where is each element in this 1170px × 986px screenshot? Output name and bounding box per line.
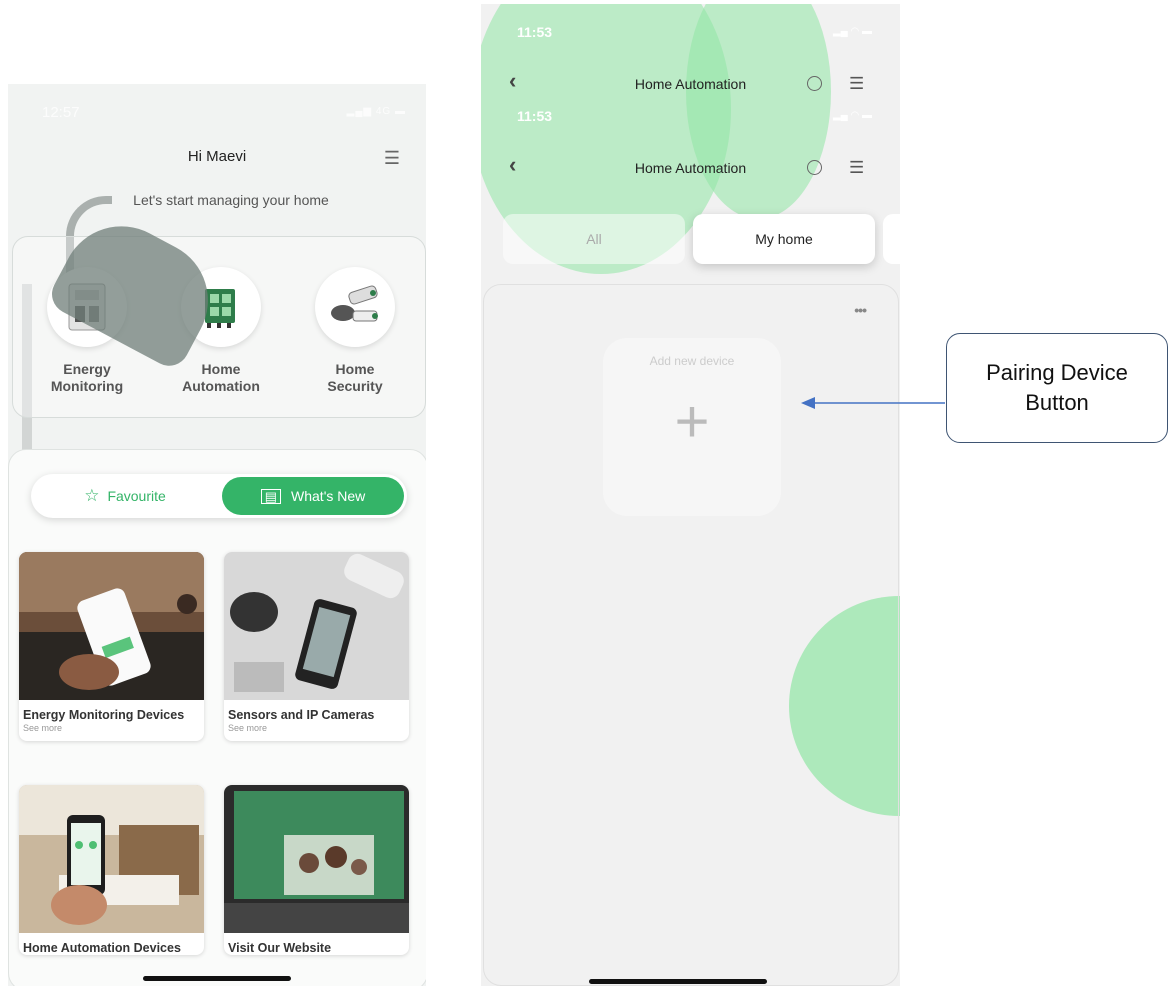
card-image-laptop-family (224, 785, 409, 933)
category-home-security[interactable]: Home Security (295, 267, 415, 395)
star-icon: ☆ (84, 486, 100, 505)
card-home-automation-devices[interactable]: Home Automation Devices (19, 785, 204, 955)
card-see-more-link[interactable]: See more (19, 722, 204, 741)
callout-line2: Button (1025, 390, 1089, 415)
callout-line1: Pairing Device (986, 360, 1128, 385)
whats-new-tab[interactable]: ▤ What's New (222, 477, 404, 515)
security-camera-icon (315, 267, 395, 347)
greeting-title: Hi Maevi (187, 148, 247, 165)
card-title: Visit Our Website (228, 941, 332, 955)
card-visit-our-website[interactable]: Visit Our Website (224, 785, 409, 955)
pairing-device-callout: Pairing Device Button (946, 333, 1168, 443)
callout-arrow (801, 397, 945, 409)
hamburger-menu-icon[interactable]: ☰ (849, 158, 864, 178)
status-signal: ▂▄▆ 4G ▬ (346, 106, 406, 117)
home-indicator (589, 979, 767, 984)
card-title: Home Automation Devices (23, 941, 181, 955)
hamburger-menu-icon[interactable]: ☰ (849, 74, 864, 94)
status-time: 11:53 (517, 108, 553, 124)
status-time: 12:57 (42, 104, 80, 121)
card-title: Sensors and IP Cameras (228, 708, 375, 722)
signal-icon: ▂▄▆ (346, 106, 373, 117)
add-device-label: Add new device (649, 354, 735, 368)
header-title: Home Automation (634, 160, 747, 176)
home-indicator (143, 976, 291, 981)
status-icons: ▂▄ ◠ ▬ (832, 110, 872, 121)
card-energy-monitoring-devices[interactable]: Energy Monitoring Devices See more (19, 552, 204, 741)
tab-all[interactable]: All (503, 214, 685, 264)
favourite-whatsnew-toggle: ☆ Favourite ▤ What's New (31, 474, 407, 518)
card-image-bedroom-phone (19, 785, 204, 933)
card-title: Energy Monitoring Devices (23, 708, 185, 722)
card-see-more-link[interactable]: See more (224, 722, 409, 741)
home-screen: 12:57 ▂▄▆ 4G ▬ Hi Maevi ☰ Let's start ma… (8, 84, 426, 986)
card-image-phone-energy-app (19, 552, 204, 700)
search-icon[interactable] (807, 76, 822, 91)
tab-my-home[interactable]: My home (693, 214, 875, 264)
tab-overflow[interactable] (883, 214, 900, 264)
hamburger-menu-icon[interactable]: ☰ (384, 148, 400, 169)
home-automation-screen: 11:53 ▂▄ ◠ ▬ ‹ Home Automation ☰ 11:53 ▂… (481, 4, 900, 986)
search-icon[interactable] (807, 160, 822, 175)
card-image-security-cameras (224, 552, 409, 700)
battery-icon: ▬ (395, 106, 406, 117)
favourite-tab[interactable]: ☆ Favourite (31, 474, 219, 518)
greeting-subtitle: Let's start managing your home (133, 192, 329, 208)
plus-icon: + (674, 388, 710, 455)
more-options-icon[interactable]: ••• (854, 302, 867, 318)
content-panel: ☆ Favourite ▤ What's New Energy Monitori… (8, 449, 426, 986)
newspaper-icon: ▤ (260, 488, 282, 504)
header-title: Home Automation (634, 76, 747, 92)
card-sensors-ip-cameras[interactable]: Sensors and IP Cameras See more (224, 552, 409, 741)
status-time: 11:53 (517, 24, 553, 40)
status-icons: ▂▄ ◠ ▬ (832, 26, 872, 37)
add-new-device-button[interactable]: Add new device + (603, 338, 781, 516)
